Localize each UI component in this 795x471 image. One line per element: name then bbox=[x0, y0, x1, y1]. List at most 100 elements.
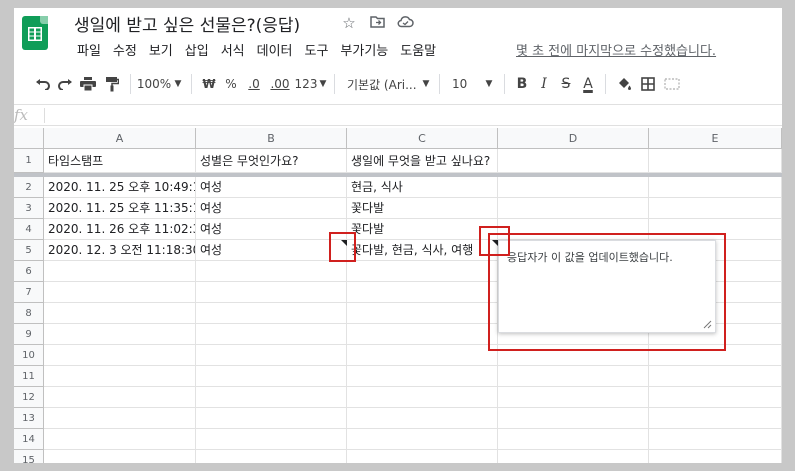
bold-button[interactable]: B bbox=[511, 72, 533, 96]
column-header-c[interactable]: C bbox=[347, 128, 498, 149]
cell-a1[interactable]: 타임스탬프 bbox=[44, 149, 196, 173]
cell-d2[interactable] bbox=[498, 177, 649, 198]
redo-icon[interactable] bbox=[54, 72, 76, 96]
cell-c13[interactable] bbox=[347, 408, 498, 429]
increase-decimal-button[interactable]: .00 bbox=[266, 72, 294, 96]
menu-edit[interactable]: 수정 bbox=[107, 40, 143, 59]
spreadsheet-grid[interactable]: A B C D E 1 2 3 4 5 6 7 8 9 10 11 12 13 … bbox=[14, 128, 782, 463]
cell-e11[interactable] bbox=[649, 366, 782, 387]
sheets-logo-icon[interactable] bbox=[22, 16, 48, 50]
cell-c9[interactable] bbox=[347, 324, 498, 345]
cell-b5[interactable]: 여성 bbox=[196, 240, 347, 261]
more-formats-button[interactable]: 123 bbox=[294, 72, 318, 96]
cell-c7[interactable] bbox=[347, 282, 498, 303]
cell-c10[interactable] bbox=[347, 345, 498, 366]
cloud-status-icon[interactable] bbox=[396, 14, 414, 32]
cell-b10[interactable] bbox=[196, 345, 347, 366]
font-select[interactable]: 기본값 (Ari... bbox=[341, 72, 419, 96]
chevron-down-icon[interactable]: ▼ bbox=[171, 72, 185, 96]
cell-a8[interactable] bbox=[44, 303, 196, 324]
row-header[interactable]: 1 bbox=[14, 149, 44, 173]
cell-c4[interactable]: 꽃다발 bbox=[347, 219, 498, 240]
currency-format-button[interactable]: ₩ bbox=[198, 72, 220, 96]
cell-a15[interactable] bbox=[44, 450, 196, 463]
star-icon[interactable]: ☆ bbox=[340, 14, 358, 32]
cell-a9[interactable] bbox=[44, 324, 196, 345]
menu-tools[interactable]: 도구 bbox=[299, 40, 335, 59]
strikethrough-button[interactable]: S bbox=[555, 72, 577, 96]
cell-d14[interactable] bbox=[498, 429, 649, 450]
fill-color-icon[interactable] bbox=[612, 72, 636, 96]
cell-b14[interactable] bbox=[196, 429, 347, 450]
cell-e1[interactable] bbox=[649, 149, 782, 173]
column-header-d[interactable]: D bbox=[498, 128, 649, 149]
cell-d1[interactable] bbox=[498, 149, 649, 173]
row-header[interactable]: 10 bbox=[14, 345, 44, 366]
cell-b13[interactable] bbox=[196, 408, 347, 429]
cell-c6[interactable] bbox=[347, 261, 498, 282]
menu-insert[interactable]: 삽입 bbox=[179, 40, 215, 59]
cell-e12[interactable] bbox=[649, 387, 782, 408]
cell-a5[interactable]: 2020. 12. 3 오전 11:18:30 bbox=[44, 240, 196, 261]
cell-a3[interactable]: 2020. 11. 25 오후 11:35:1 bbox=[44, 198, 196, 219]
menu-addons[interactable]: 부가기능 bbox=[334, 40, 394, 59]
chevron-down-icon[interactable]: ▼ bbox=[318, 72, 328, 96]
menu-view[interactable]: 보기 bbox=[143, 40, 179, 59]
font-size-select[interactable]: 10 bbox=[446, 72, 480, 96]
cell-a6[interactable] bbox=[44, 261, 196, 282]
select-all-corner[interactable] bbox=[14, 128, 44, 149]
cell-c14[interactable] bbox=[347, 429, 498, 450]
menu-data[interactable]: 데이터 bbox=[251, 40, 299, 59]
formula-bar[interactable]: fx bbox=[14, 104, 782, 126]
column-header-a[interactable]: A bbox=[44, 128, 196, 149]
borders-icon[interactable] bbox=[636, 72, 660, 96]
cell-c8[interactable] bbox=[347, 303, 498, 324]
cell-b15[interactable] bbox=[196, 450, 347, 463]
row-header[interactable]: 12 bbox=[14, 387, 44, 408]
cell-e2[interactable] bbox=[649, 177, 782, 198]
row-header[interactable]: 4 bbox=[14, 219, 44, 240]
cell-e15[interactable] bbox=[649, 450, 782, 463]
cell-b11[interactable] bbox=[196, 366, 347, 387]
cell-a13[interactable] bbox=[44, 408, 196, 429]
cell-b8[interactable] bbox=[196, 303, 347, 324]
cell-c11[interactable] bbox=[347, 366, 498, 387]
cell-d15[interactable] bbox=[498, 450, 649, 463]
cell-a11[interactable] bbox=[44, 366, 196, 387]
row-header[interactable]: 5 bbox=[14, 240, 44, 261]
merge-cells-icon[interactable] bbox=[660, 72, 684, 96]
zoom-select[interactable]: 100% bbox=[137, 72, 171, 96]
cell-b7[interactable] bbox=[196, 282, 347, 303]
italic-button[interactable]: I bbox=[533, 72, 555, 96]
row-header[interactable]: 15 bbox=[14, 450, 44, 463]
column-header-b[interactable]: B bbox=[196, 128, 347, 149]
cell-d3[interactable] bbox=[498, 198, 649, 219]
cell-c3[interactable]: 꽃다발 bbox=[347, 198, 498, 219]
cell-a10[interactable] bbox=[44, 345, 196, 366]
cell-b6[interactable] bbox=[196, 261, 347, 282]
row-header[interactable]: 8 bbox=[14, 303, 44, 324]
move-folder-icon[interactable] bbox=[368, 14, 386, 32]
cell-a12[interactable] bbox=[44, 387, 196, 408]
percent-format-button[interactable]: % bbox=[220, 72, 242, 96]
cell-e14[interactable] bbox=[649, 429, 782, 450]
cell-c2[interactable]: 현금, 식사 bbox=[347, 177, 498, 198]
chevron-down-icon[interactable]: ▼ bbox=[419, 72, 433, 96]
row-header[interactable]: 9 bbox=[14, 324, 44, 345]
cell-e13[interactable] bbox=[649, 408, 782, 429]
chevron-down-icon[interactable]: ▼ bbox=[480, 72, 498, 96]
document-title[interactable]: 생일에 받고 싶은 선물은?(응답) bbox=[74, 11, 300, 36]
row-header[interactable]: 7 bbox=[14, 282, 44, 303]
cell-a7[interactable] bbox=[44, 282, 196, 303]
last-edit-link[interactable]: 몇 초 전에 마지막으로 수정했습니다. bbox=[516, 40, 716, 59]
row-header[interactable]: 14 bbox=[14, 429, 44, 450]
cell-b12[interactable] bbox=[196, 387, 347, 408]
text-color-button[interactable]: A bbox=[577, 72, 599, 96]
column-header-e[interactable]: E bbox=[649, 128, 782, 149]
row-header[interactable]: 2 bbox=[14, 177, 44, 198]
cell-c1[interactable]: 생일에 무엇을 받고 싶나요? bbox=[347, 149, 498, 173]
menu-file[interactable]: 파일 bbox=[71, 40, 107, 59]
cell-b2[interactable]: 여성 bbox=[196, 177, 347, 198]
cell-b1[interactable]: 성별은 무엇인가요? bbox=[196, 149, 347, 173]
cell-a4[interactable]: 2020. 11. 26 오후 11:02:3 bbox=[44, 219, 196, 240]
